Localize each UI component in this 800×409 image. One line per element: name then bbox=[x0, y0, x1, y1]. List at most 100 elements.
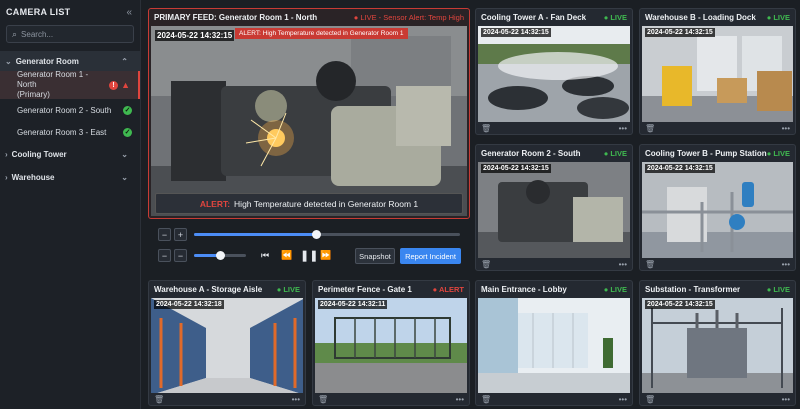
camera-item-generator-room-2[interactable]: Generator Room 2 - South ✓ bbox=[0, 99, 140, 121]
tile-video bbox=[478, 298, 630, 393]
tile-timestamp: 2024-05-22 14:32:11 bbox=[318, 300, 388, 309]
tile-title: Substation - Transformer bbox=[645, 285, 741, 294]
tile-title: Generator Room 2 - South bbox=[481, 149, 581, 158]
snapshot-button[interactable]: Snapshot bbox=[355, 248, 395, 264]
live-badge: ● LIVE bbox=[766, 13, 790, 22]
tile-title: Perimeter Fence - Gate 1 bbox=[318, 285, 412, 294]
zoom-in-button[interactable]: + bbox=[174, 228, 187, 241]
camera-item-generator-room-1[interactable]: Generator Room 1 - North (Primary) ! ▲ bbox=[0, 70, 140, 99]
more-icon[interactable]: ••• bbox=[619, 395, 627, 404]
error-icon: ! bbox=[109, 80, 119, 90]
more-icon[interactable]: ••• bbox=[456, 395, 464, 404]
chevron-up-icon: ⌃ bbox=[121, 56, 128, 66]
trash-icon[interactable]: 🗑 bbox=[481, 395, 491, 404]
volume-slider[interactable] bbox=[194, 251, 246, 260]
search-icon: ⌕ bbox=[12, 28, 18, 39]
seek-handle[interactable] bbox=[311, 230, 321, 239]
volume-handle[interactable] bbox=[215, 251, 225, 260]
alert-badge: ● ALERT bbox=[432, 285, 464, 294]
group-label: Cooling Tower bbox=[11, 149, 67, 159]
camera-tile[interactable]: Perimeter Fence - Gate 1 ● ALERT 2024-05-… bbox=[312, 280, 470, 406]
camera-tile[interactable]: Cooling Tower A - Fan Deck ● LIVE 2024-05… bbox=[475, 8, 633, 135]
primary-feed[interactable]: PRIMARY FEED: Generator Room 1 - North ●… bbox=[148, 8, 470, 219]
tile-video: 2024-05-22 14:32:15 bbox=[478, 26, 630, 122]
trash-icon[interactable]: 🗑 bbox=[154, 395, 164, 404]
rewind-icon[interactable]: ⏪ bbox=[281, 250, 292, 261]
camera-tile[interactable]: Generator Room 2 - South ● LIVE 2024-05-2… bbox=[475, 144, 633, 271]
tile-timestamp: 2024-05-22 14:32:15 bbox=[645, 300, 715, 309]
camera-label: Generator Room 3 - East bbox=[17, 127, 107, 137]
live-badge: ● LIVE bbox=[766, 285, 790, 294]
primary-timestamp: 2024-05-22 14:32:15 bbox=[155, 30, 235, 41]
seek-slider[interactable] bbox=[194, 230, 460, 239]
group-generator-room[interactable]: ⌄ Generator Room ⌃ bbox=[0, 51, 140, 71]
seek-fill bbox=[194, 233, 317, 236]
camera-tile[interactable]: Cooling Tower B - Pump Station ● LIVE 202… bbox=[639, 144, 796, 271]
volume-down-button[interactable]: − bbox=[158, 249, 171, 262]
search-box: ⌕ bbox=[6, 25, 134, 43]
chevron-right-icon: › bbox=[5, 149, 8, 159]
skip-back-icon[interactable]: ⏮ bbox=[261, 250, 269, 261]
trash-icon[interactable]: 🗑 bbox=[645, 395, 655, 404]
group-label: Generator Room bbox=[15, 56, 79, 66]
tile-timestamp: 2024-05-22 14:32:15 bbox=[645, 164, 715, 173]
chevron-down-icon: ⌄ bbox=[121, 149, 128, 159]
camera-tile[interactable]: Substation - Transformer ● LIVE 2024-05-2… bbox=[639, 280, 796, 406]
sidebar-title: CAMERA LIST bbox=[6, 7, 71, 17]
chevron-right-icon: › bbox=[5, 172, 8, 182]
live-badge: ● LIVE bbox=[766, 149, 790, 158]
tile-video: 2024-05-22 14:32:11 bbox=[315, 298, 467, 393]
alert-banner: ALERT: High Temperature detected in Gene… bbox=[155, 193, 463, 214]
volume-up-button[interactable]: − bbox=[174, 249, 187, 262]
chevron-down-icon: ⌄ bbox=[5, 56, 12, 66]
live-badge: ● LIVE bbox=[603, 285, 627, 294]
more-icon[interactable]: ••• bbox=[782, 124, 790, 133]
camera-sublabel: (Primary) bbox=[17, 90, 50, 99]
tile-title: Warehouse A - Storage Aisle bbox=[154, 285, 263, 294]
primary-video[interactable]: 2024-05-22 14:32:15 bbox=[151, 26, 467, 216]
report-incident-button[interactable]: Report Incident bbox=[400, 248, 461, 264]
more-icon[interactable]: ••• bbox=[782, 260, 790, 269]
camera-sidebar: CAMERA LIST « ⌕ ⌄Generator Room ⌃ Genera… bbox=[0, 0, 141, 409]
alert-overlay: ALERT: High Temperature detected in Gene… bbox=[235, 28, 408, 39]
camera-dashboard: CAMERA LIST « ⌕ ⌄Generator Room ⌃ Genera… bbox=[0, 0, 800, 409]
generator-scene bbox=[151, 26, 467, 216]
more-icon[interactable]: ••• bbox=[619, 124, 627, 133]
tile-title: Warehouse B - Loading Dock bbox=[645, 13, 756, 22]
tile-video: 2024-05-22 14:32:18 bbox=[151, 298, 303, 393]
tile-video: 2024-05-22 14:32:15 bbox=[642, 26, 793, 122]
zoom-out-button[interactable]: − bbox=[158, 228, 171, 241]
trash-icon[interactable]: 🗑 bbox=[318, 395, 328, 404]
trash-icon[interactable]: 🗑 bbox=[481, 124, 491, 133]
camera-label: Generator Room 1 - North bbox=[17, 70, 89, 89]
tile-video: 2024-05-22 14:32:15 bbox=[642, 298, 793, 393]
pause-icon[interactable]: ❚❚ bbox=[300, 249, 318, 262]
group-cooling-tower[interactable]: › Cooling Tower ⌄ bbox=[0, 144, 140, 164]
primary-status: ● LIVE - Sensor Alert: Temp High bbox=[353, 13, 464, 22]
live-badge: ● LIVE bbox=[603, 149, 627, 158]
fast-forward-icon[interactable]: ⏩ bbox=[320, 250, 331, 261]
live-badge: ● LIVE bbox=[276, 285, 300, 294]
trash-icon[interactable]: 🗑 bbox=[645, 124, 655, 133]
search-input[interactable] bbox=[21, 29, 133, 39]
more-icon[interactable]: ••• bbox=[782, 395, 790, 404]
tile-title: Cooling Tower B - Pump Station bbox=[645, 149, 767, 158]
tile-title: Cooling Tower A - Fan Deck bbox=[481, 13, 587, 22]
collapse-sidebar-icon[interactable]: « bbox=[126, 7, 132, 18]
camera-item-generator-room-3[interactable]: Generator Room 3 - East ✓ bbox=[0, 121, 140, 143]
playback-controls: − + − − ⏮ ⏪ ❚❚ ⏩ Snapshot Report Inciden… bbox=[148, 222, 470, 274]
tile-timestamp: 2024-05-22 14:32:15 bbox=[481, 164, 551, 173]
camera-tile[interactable]: Main Entrance - Lobby ● LIVE 🗑 ••• bbox=[475, 280, 633, 406]
tile-timestamp: 2024-05-22 14:32:15 bbox=[481, 28, 551, 37]
check-icon: ✓ bbox=[123, 105, 132, 115]
tile-title: Main Entrance - Lobby bbox=[481, 285, 567, 294]
tile-video: 2024-05-22 14:32:15 bbox=[478, 162, 630, 258]
camera-tile[interactable]: Warehouse A - Storage Aisle ● LIVE 2024-0… bbox=[148, 280, 306, 406]
trash-icon[interactable]: 🗑 bbox=[481, 260, 491, 269]
camera-tile[interactable]: Warehouse B - Loading Dock ● LIVE 2024-05… bbox=[639, 8, 796, 135]
more-icon[interactable]: ••• bbox=[619, 260, 627, 269]
alert-banner-label: ALERT: bbox=[199, 198, 231, 209]
more-icon[interactable]: ••• bbox=[292, 395, 300, 404]
group-warehouse[interactable]: › Warehouse ⌄ bbox=[0, 167, 140, 187]
trash-icon[interactable]: 🗑 bbox=[645, 260, 655, 269]
